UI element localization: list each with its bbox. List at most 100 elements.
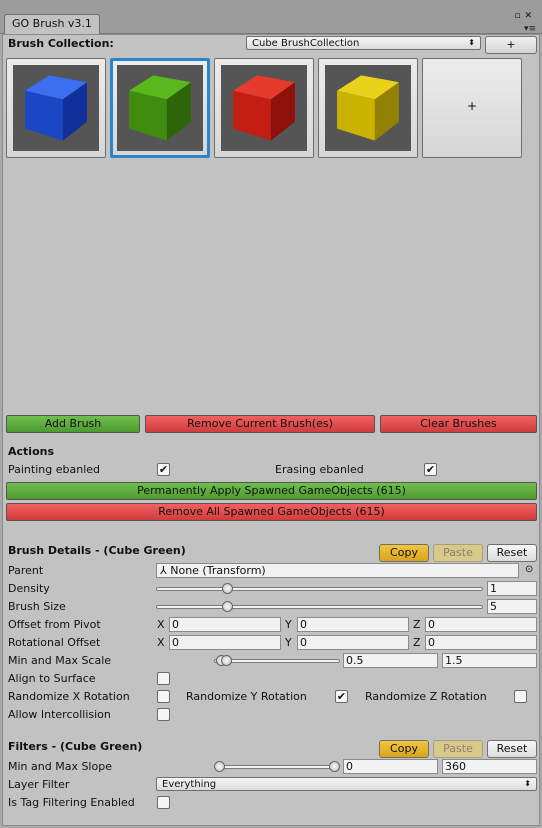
remove-spawned-button[interactable]: Remove All Spawned GameObjects (615) <box>6 503 537 521</box>
scale-label: Min and Max Scale <box>8 654 112 667</box>
rot-offset-y-field[interactable]: 0 <box>297 635 409 650</box>
details-copy-button[interactable]: Copy <box>379 544 429 562</box>
rotational-offset-label: Rotational Offset <box>8 636 101 649</box>
parent-object-field[interactable]: ⅄ None (Transform) <box>156 563 519 578</box>
actions-heading: Actions <box>8 445 54 458</box>
brush-tile-red[interactable] <box>214 58 314 158</box>
offset-pivot-z-label: Z <box>413 618 421 631</box>
cube-icon <box>129 75 191 141</box>
scale-max-field[interactable]: 1.5 <box>442 653 537 668</box>
parent-value: None (Transform) <box>170 564 266 577</box>
cube-blue-thumbnail <box>13 65 99 151</box>
rot-offset-z-field[interactable]: 0 <box>425 635 537 650</box>
brush-size-slider-knob[interactable] <box>222 601 233 612</box>
brush-size-slider-track <box>156 605 483 609</box>
cube-icon <box>337 75 399 141</box>
scale-minmax-slider[interactable] <box>214 654 340 668</box>
randomize-y-checkbox[interactable]: ✔ <box>335 690 348 703</box>
close-icon[interactable]: ✕ <box>524 11 536 21</box>
window-menu-icon[interactable]: ▾≡ <box>524 24 536 34</box>
rot-offset-x-label: X <box>157 636 165 649</box>
slope-max-field[interactable]: 360 <box>442 759 537 774</box>
offset-pivot-x-label: X <box>157 618 165 631</box>
window-tab[interactable]: GO Brush v3.1 <box>4 14 100 34</box>
brush-size-slider[interactable] <box>156 600 483 614</box>
density-slider-knob[interactable] <box>222 583 233 594</box>
scale-slider-track <box>214 659 340 663</box>
brush-details-heading: Brush Details - (Cube Green) <box>8 544 186 557</box>
checkmark-icon: ✔ <box>158 463 169 476</box>
align-surface-checkbox[interactable] <box>157 672 170 685</box>
filters-paste-button[interactable]: Paste <box>433 740 483 758</box>
offset-pivot-z-field[interactable]: 0 <box>425 617 537 632</box>
erasing-enabled-checkbox[interactable]: ✔ <box>424 463 437 476</box>
remove-current-brush-button[interactable]: Remove Current Brush(es) <box>145 415 375 433</box>
filters-copy-button[interactable]: Copy <box>379 740 429 758</box>
density-slider-track <box>156 587 483 591</box>
brush-collection-selected: Cube BrushCollection <box>252 38 360 49</box>
dropdown-arrow-icon: ⬍ <box>468 38 475 47</box>
layer-filter-dropdown[interactable]: Everything ⬍ <box>156 777 537 791</box>
intercollision-checkbox[interactable] <box>157 708 170 721</box>
layer-filter-value: Everything <box>162 779 217 790</box>
brush-tile-yellow[interactable] <box>318 58 418 158</box>
randomize-z-checkbox[interactable] <box>514 690 527 703</box>
slope-label: Min and Max Slope <box>8 760 112 773</box>
clear-brushes-button[interactable]: Clear Brushes <box>380 415 537 433</box>
brush-size-label: Brush Size <box>8 600 66 613</box>
tag-filter-checkbox[interactable] <box>157 796 170 809</box>
details-paste-button[interactable]: Paste <box>433 544 483 562</box>
layer-filter-label: Layer Filter <box>8 778 70 791</box>
align-surface-label: Align to Surface <box>8 672 96 685</box>
filters-reset-button[interactable]: Reset <box>487 740 537 758</box>
painting-enabled-label: Painting ebanled <box>8 463 100 476</box>
tag-filter-label: Is Tag Filtering Enabled <box>8 796 135 809</box>
randomize-x-checkbox[interactable] <box>157 690 170 703</box>
cube-yellow-thumbnail <box>325 65 411 151</box>
transform-icon: ⅄ <box>160 564 167 577</box>
offset-pivot-label: Offset from Pivot <box>8 618 101 631</box>
slope-slider-min-knob[interactable] <box>214 761 225 772</box>
dropdown-arrow-icon: ⬍ <box>524 779 531 788</box>
apply-spawned-button[interactable]: Permanently Apply Spawned GameObjects (6… <box>6 482 537 500</box>
rot-offset-z-label: Z <box>413 636 421 649</box>
details-reset-button[interactable]: Reset <box>487 544 537 562</box>
offset-pivot-x-field[interactable]: 0 <box>169 617 281 632</box>
intercollision-label: Allow Intercollision <box>8 708 111 721</box>
offset-pivot-y-label: Y <box>285 618 292 631</box>
window-tab-title: GO Brush v3.1 <box>12 17 92 30</box>
erasing-enabled-label: Erasing ebanled <box>275 463 364 476</box>
scale-min-field[interactable]: 0.5 <box>343 653 438 668</box>
brush-size-value-field[interactable]: 5 <box>487 599 537 614</box>
plus-icon: + <box>466 99 478 113</box>
cube-icon <box>233 75 295 141</box>
scale-slider-max-knob[interactable] <box>221 655 232 666</box>
density-slider[interactable] <box>156 582 483 596</box>
rot-offset-y-label: Y <box>285 636 292 649</box>
brush-collection-dropdown[interactable]: Cube BrushCollection ⬍ <box>246 36 481 50</box>
offset-pivot-y-field[interactable]: 0 <box>297 617 409 632</box>
cube-red-thumbnail <box>221 65 307 151</box>
rot-offset-x-field[interactable]: 0 <box>169 635 281 650</box>
brush-tile-blue[interactable] <box>6 58 106 158</box>
checkmark-icon: ✔ <box>425 463 436 476</box>
slope-min-field[interactable]: 0 <box>343 759 438 774</box>
add-brush-button[interactable]: Add Brush <box>6 415 140 433</box>
new-brush-tile[interactable]: + <box>422 58 522 158</box>
filters-heading: Filters - (Cube Green) <box>8 740 143 753</box>
randomize-y-label: Randomize Y Rotation <box>186 690 307 703</box>
brush-tile-green[interactable] <box>110 58 210 158</box>
slope-slider-track <box>214 765 340 769</box>
slope-slider-max-knob[interactable] <box>329 761 340 772</box>
object-picker-icon[interactable]: ⊙ <box>525 564 533 575</box>
parent-label: Parent <box>8 564 44 577</box>
randomize-z-label: Randomize Z Rotation <box>365 690 487 703</box>
painting-enabled-checkbox[interactable]: ✔ <box>157 463 170 476</box>
maximize-icon[interactable]: ▫ <box>514 11 524 21</box>
slope-minmax-slider[interactable] <box>214 760 340 774</box>
brush-collection-label: Brush Collection: <box>8 37 114 50</box>
add-collection-button[interactable]: + <box>485 36 537 54</box>
density-value-field[interactable]: 1 <box>487 581 537 596</box>
cube-icon <box>25 75 87 141</box>
window-controls: ▫✕ <box>514 11 536 21</box>
